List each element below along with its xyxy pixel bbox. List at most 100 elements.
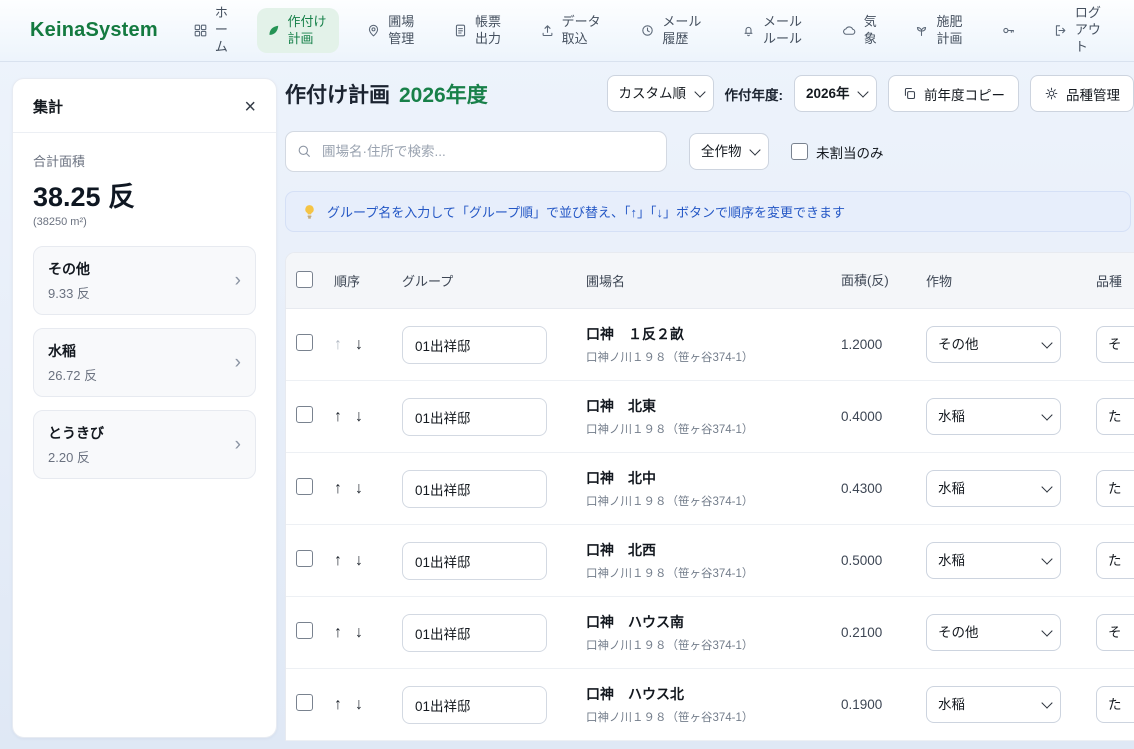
nav-item-mail-rules[interactable]: メールルール <box>732 8 814 54</box>
leaf-icon <box>266 23 281 38</box>
variety-select[interactable]: た <box>1096 686 1134 723</box>
history-icon <box>640 23 655 38</box>
nav-menu: ホーム 作付け計画 圃場管理 帳票出力 データ取込 メール履歴 メールルール 気… <box>184 0 1112 62</box>
nav-item-report-output[interactable]: 帳票出力 <box>444 8 512 54</box>
field-name: 口神 北中 <box>586 468 836 488</box>
column-area: 面積(反) <box>836 273 889 288</box>
crop-filter-select[interactable]: 全作物 <box>689 133 769 170</box>
total-area-m2: (38250 m²) <box>33 216 256 228</box>
page-title: 作付け計画 <box>285 79 390 109</box>
nav-item-fertilizer-plan[interactable]: 施肥計画 <box>905 8 973 54</box>
column-group: グループ <box>402 271 582 290</box>
row-checkbox[interactable] <box>296 334 313 351</box>
crop-summary-list: その他 9.33 反 › 水稲 26.72 反 › とうきび 2.20 反 › <box>33 246 256 479</box>
app-logo[interactable]: KeinaSystem <box>30 19 158 42</box>
group-input[interactable] <box>402 398 547 436</box>
crop-summary-card[interactable]: その他 9.33 反 › <box>33 246 256 315</box>
nav-item-data-import[interactable]: データ取込 <box>531 8 613 54</box>
group-input[interactable] <box>402 326 547 364</box>
row-checkbox[interactable] <box>296 694 313 711</box>
variety-management-button[interactable]: 品種管理 <box>1030 75 1134 112</box>
planting-table: 順序 グループ 圃場名 面積(反) 作物 品種 ↑ ↓ 口神 １反２畝 口神ノ川… <box>285 252 1134 741</box>
group-input[interactable] <box>402 686 547 724</box>
nav-item-key[interactable] <box>992 17 1025 44</box>
field-name: 口神 １反２畝 <box>586 324 836 344</box>
page-year-badge: 2026年度 <box>399 79 488 109</box>
field-area: 0.4300 <box>836 481 926 496</box>
cloud-icon <box>842 23 857 38</box>
field-area: 0.1900 <box>836 697 926 712</box>
nav-item-planting-plan[interactable]: 作付け計画 <box>257 8 339 54</box>
summary-panel-title: 集計 <box>33 96 63 117</box>
field-name: 口神 ハウス北 <box>586 684 836 704</box>
nav-item-field-management[interactable]: 圃場管理 <box>357 8 425 54</box>
crop-name: その他 <box>48 259 90 279</box>
move-up-button[interactable]: ↑ <box>334 553 342 569</box>
variety-select[interactable]: た <box>1096 470 1134 507</box>
total-area-value: 38.25 反 <box>33 175 256 214</box>
top-nav: KeinaSystem ホーム 作付け計画 圃場管理 帳票出力 データ取込 メー… <box>0 0 1134 62</box>
crop-area: 9.33 反 <box>48 283 90 302</box>
field-name: 口神 ハウス南 <box>586 612 836 632</box>
logout-icon <box>1053 23 1068 38</box>
move-up-button[interactable]: ↑ <box>334 625 342 641</box>
nav-item-logout[interactable]: ログアウト <box>1044 0 1112 62</box>
row-checkbox[interactable] <box>296 622 313 639</box>
move-down-button[interactable]: ↓ <box>355 409 363 425</box>
table-row: ↑ ↓ 口神 １反２畝 口神ノ川１９８（笹ヶ谷374-1） 1.2000 その他… <box>286 309 1134 381</box>
select-all-checkbox[interactable] <box>296 271 313 288</box>
variety-select[interactable]: た <box>1096 542 1134 579</box>
move-down-button[interactable]: ↓ <box>355 553 363 569</box>
move-down-button[interactable]: ↓ <box>355 697 363 713</box>
variety-select[interactable]: そ <box>1096 326 1134 363</box>
copy-previous-year-button[interactable]: 前年度コピー <box>888 75 1019 112</box>
field-area: 0.4000 <box>836 409 926 424</box>
variety-select[interactable]: そ <box>1096 614 1134 651</box>
move-down-button[interactable]: ↓ <box>355 625 363 641</box>
row-checkbox[interactable] <box>296 478 313 495</box>
crop-select[interactable]: 水稲 <box>926 470 1061 507</box>
key-icon <box>1001 23 1016 38</box>
close-icon[interactable]: × <box>244 97 256 117</box>
planting-year-select-wrap: 2026年 <box>794 75 877 112</box>
move-up-button[interactable]: ↑ <box>334 481 342 497</box>
crop-select[interactable]: 水稲 <box>926 542 1061 579</box>
group-input[interactable] <box>402 470 547 508</box>
total-area-label: 合計面積 <box>33 151 256 170</box>
move-down-button[interactable]: ↓ <box>355 337 363 353</box>
unassigned-only-toggle[interactable]: 未割当のみ <box>791 142 884 162</box>
nav-item-mail-history[interactable]: メール履歴 <box>631 8 713 54</box>
variety-select[interactable]: た <box>1096 398 1134 435</box>
crop-name: とうきび <box>48 423 104 443</box>
row-checkbox[interactable] <box>296 406 313 423</box>
unassigned-only-checkbox[interactable] <box>791 143 808 160</box>
nav-item-home[interactable]: ホーム <box>184 0 238 62</box>
planting-year-select[interactable]: 2026年 <box>794 75 877 112</box>
row-checkbox[interactable] <box>296 550 313 567</box>
field-area: 0.5000 <box>836 553 926 568</box>
move-up-button[interactable]: ↑ <box>334 409 342 425</box>
search-input[interactable] <box>285 131 667 172</box>
group-input[interactable] <box>402 614 547 652</box>
crop-select[interactable]: 水稲 <box>926 398 1061 435</box>
table-row: ↑ ↓ 口神 北中 口神ノ川１９８（笹ヶ谷374-1） 0.4300 水稲 た <box>286 453 1134 525</box>
group-input[interactable] <box>402 542 547 580</box>
nav-item-weather[interactable]: 気象 <box>833 8 887 54</box>
crop-name: 水稲 <box>48 341 97 361</box>
field-name: 口神 北西 <box>586 540 836 560</box>
crop-select[interactable]: 水稲 <box>926 686 1061 723</box>
column-crop: 作物 <box>926 271 1096 290</box>
crop-select[interactable]: その他 <box>926 614 1061 651</box>
move-down-button[interactable]: ↓ <box>355 481 363 497</box>
move-up-button[interactable]: ↑ <box>334 697 342 713</box>
field-address: 口神ノ川１９８（笹ヶ谷374-1） <box>586 709 836 725</box>
info-banner-text: グループ名を入力して「グループ順」で並び替え、「↑」「↓」ボタンで順序を変更でき… <box>327 202 845 221</box>
crop-summary-card[interactable]: 水稲 26.72 反 › <box>33 328 256 397</box>
table-row: ↑ ↓ 口神 ハウス南 口神ノ川１９８（笹ヶ谷374-1） 0.2100 その他… <box>286 597 1134 669</box>
crop-summary-card[interactable]: とうきび 2.20 反 › <box>33 410 256 479</box>
crop-select[interactable]: その他 <box>926 326 1061 363</box>
move-up-button[interactable]: ↑ <box>334 337 342 353</box>
field-address: 口神ノ川１９８（笹ヶ谷374-1） <box>586 421 836 437</box>
sort-order-select[interactable]: カスタム順 <box>607 75 714 112</box>
grid-icon <box>193 23 208 38</box>
